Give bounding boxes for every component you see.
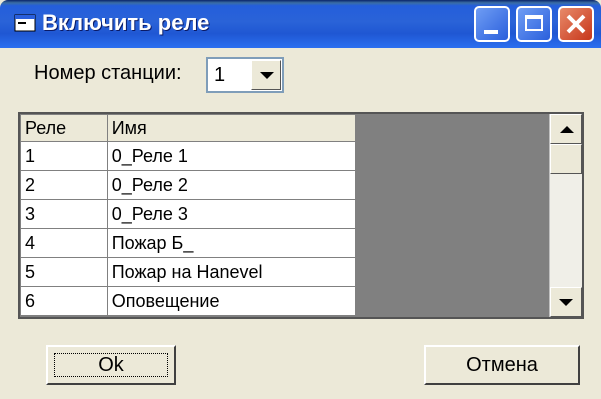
cancel-button-label: Отмена — [466, 353, 538, 376]
relay-name-cell[interactable]: Пожар на Hanevel — [106, 257, 357, 287]
title-bar[interactable]: Включить реле — [0, 0, 601, 48]
focus-rectangle — [54, 353, 168, 377]
scroll-down-button[interactable] — [550, 287, 582, 317]
relay-table: Реле Имя 1 0_Реле 1 2 0_Реле 2 3 0_Реле … — [20, 114, 357, 316]
relay-number-cell[interactable]: 1 — [20, 141, 108, 171]
relay-grid[interactable]: Реле Имя 1 0_Реле 1 2 0_Реле 2 3 0_Реле … — [18, 112, 584, 319]
column-header-relay[interactable]: Реле — [20, 114, 108, 142]
relay-number-cell[interactable]: 4 — [20, 228, 108, 258]
scroll-thumb[interactable] — [550, 144, 582, 174]
relay-number-cell[interactable]: 5 — [20, 257, 108, 287]
relay-name-cell[interactable]: 0_Реле 1 — [106, 141, 357, 171]
maximize-button[interactable] — [516, 6, 552, 42]
minimize-icon — [484, 30, 498, 34]
column-header-name[interactable]: Имя — [106, 114, 357, 142]
relay-name-cell[interactable]: Пожар Б_ — [106, 228, 357, 258]
station-number-label: Номер станции: — [34, 62, 182, 84]
table-row[interactable]: 6 Оповещение — [20, 286, 357, 316]
close-icon — [566, 14, 586, 34]
station-number-select[interactable]: 1 — [206, 57, 284, 93]
window-title: Включить реле — [42, 10, 210, 35]
relay-number-cell[interactable]: 2 — [20, 170, 108, 200]
relay-dialog: Включить реле Номер станции: 1 Реле Имя — [0, 0, 601, 399]
cancel-button[interactable]: Отмена — [424, 345, 580, 385]
maximize-icon — [525, 15, 543, 31]
scroll-up-button[interactable] — [550, 114, 582, 144]
station-number-value: 1 — [214, 64, 226, 86]
relay-number-cell[interactable]: 3 — [20, 199, 108, 229]
window-icon — [14, 14, 36, 32]
arrow-down-icon — [559, 299, 573, 306]
relay-name-cell[interactable]: 0_Реле 3 — [106, 199, 357, 229]
table-row[interactable]: 2 0_Реле 2 — [20, 170, 357, 200]
table-row[interactable]: 5 Пожар на Hanevel — [20, 257, 357, 287]
relay-name-cell[interactable]: Оповещение — [106, 286, 357, 316]
relay-number-cell[interactable]: 6 — [20, 286, 108, 316]
table-row[interactable]: 1 0_Реле 1 — [20, 141, 357, 171]
table-row[interactable]: 4 Пожар Б_ — [20, 228, 357, 258]
minimize-button[interactable] — [474, 6, 510, 42]
table-header-row: Реле Имя — [20, 114, 357, 142]
chevron-down-icon — [260, 72, 274, 79]
relay-name-cell[interactable]: 0_Реле 2 — [106, 170, 357, 200]
close-button[interactable] — [558, 6, 594, 42]
vertical-scrollbar[interactable] — [549, 114, 582, 317]
table-row[interactable]: 3 0_Реле 3 — [20, 199, 357, 229]
ok-button[interactable]: Ok — [46, 345, 176, 385]
dropdown-button[interactable] — [251, 60, 281, 90]
arrow-up-icon — [560, 126, 574, 133]
